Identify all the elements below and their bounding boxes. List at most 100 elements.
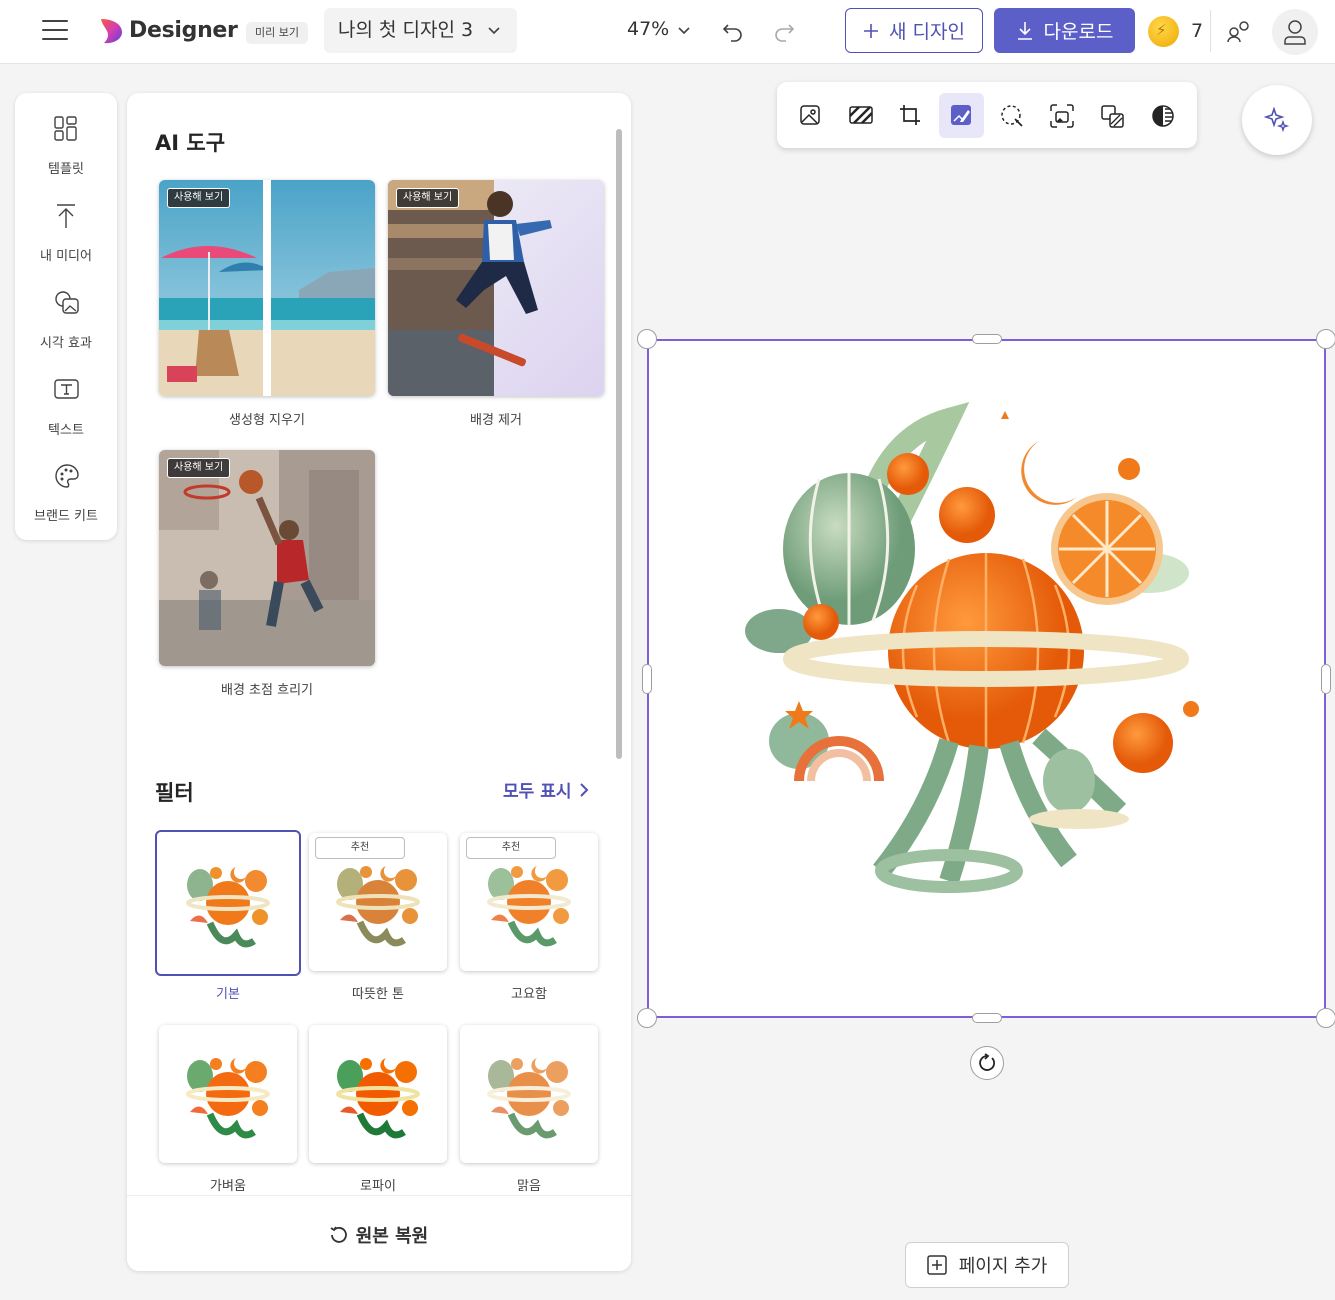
panel-scrollbar[interactable] — [616, 129, 622, 759]
profile-avatar[interactable] — [1272, 9, 1318, 55]
frame-tool-button[interactable] — [1039, 93, 1084, 138]
resize-handle-left[interactable] — [642, 664, 652, 694]
ai-tools-heading: AI 도구 — [155, 131, 226, 155]
crop-tool-button[interactable] — [888, 93, 933, 138]
upload-icon — [57, 204, 75, 228]
resize-handle-top[interactable] — [972, 334, 1002, 344]
filter-label: 가벼움 — [210, 1179, 246, 1194]
document-name: 나의 첫 디자인 3 — [338, 19, 474, 41]
recommended-badge: 추천 — [315, 837, 405, 859]
filter-lofi[interactable] — [309, 1025, 447, 1163]
resize-handle-bottom[interactable] — [972, 1013, 1002, 1023]
rail-item-templates[interactable]: 템플릿 — [15, 116, 117, 196]
rail-item-text[interactable]: 텍스트 — [15, 377, 117, 457]
credits-counter[interactable]: 7 — [1148, 14, 1203, 48]
add-page-label: 페이지 추가 — [958, 1256, 1048, 1277]
adjust-icon — [1152, 105, 1174, 127]
menu-icon[interactable] — [42, 20, 68, 42]
resize-handle-top-right[interactable] — [1316, 329, 1335, 349]
restore-label: 원본 복원 — [355, 1226, 429, 1247]
filter-light[interactable] — [159, 1025, 297, 1163]
filter-preview-lofi — [336, 1058, 420, 1139]
download-icon — [1017, 21, 1032, 40]
zoom-chevron-icon[interactable] — [677, 24, 691, 38]
filter-preview-basic — [186, 867, 270, 948]
filter-label: 로파이 — [360, 1179, 396, 1194]
try-it-badge: 사용해 보기 — [396, 188, 460, 208]
top-bar: Designer 미리 보기 나의 첫 디자인 3 47% 새 디자인 다운로드… — [0, 0, 1335, 64]
preview-badge: 미리 보기 — [246, 22, 308, 44]
boost-coin-icon — [1148, 15, 1179, 47]
select-icon — [1001, 105, 1023, 127]
adjust-tool-button[interactable] — [1140, 93, 1185, 138]
beach-thumbnail — [159, 180, 375, 396]
tool-card-remove-background[interactable]: 사용해 보기 — [388, 180, 604, 396]
zoom-level[interactable]: 47% — [627, 18, 669, 40]
rail-label: 시각 효과 — [40, 336, 92, 351]
rail-label: 브랜드 키트 — [34, 509, 98, 524]
left-rail: 템플릿 내 미디어 시각 효과 텍스트 브랜드 키트 — [15, 93, 117, 540]
select-tool-button[interactable] — [989, 93, 1034, 138]
filter-clear[interactable] — [460, 1025, 598, 1163]
share-icon[interactable] — [1226, 18, 1252, 44]
new-design-button[interactable]: 새 디자인 — [845, 8, 983, 53]
chevron-right-icon — [580, 782, 589, 797]
tool-card-generative-erase[interactable]: 사용해 보기 — [159, 180, 375, 396]
resize-handle-top-left[interactable] — [637, 329, 657, 349]
resize-handle-bottom-left[interactable] — [637, 1008, 657, 1028]
undo-icon[interactable] — [720, 18, 746, 44]
visuals-icon — [55, 291, 79, 314]
filter-preview-warm — [336, 866, 420, 947]
show-all-link[interactable]: 모두 표시 — [503, 777, 589, 802]
download-button[interactable]: 다운로드 — [994, 8, 1135, 53]
person-icon — [1284, 20, 1306, 45]
panel-footer: 원본 복원 — [127, 1195, 631, 1271]
filter-preview-light — [186, 1058, 270, 1139]
frame-icon — [1050, 104, 1074, 128]
add-page-icon — [926, 1255, 947, 1275]
tools-panel: AI 도구 사용해 보기 생성형 지우기 사용해 보기 배경 제거 사용해 보기… — [127, 93, 631, 1271]
edit-image-tool-button[interactable] — [939, 93, 984, 138]
toolbar-divider — [1210, 10, 1211, 52]
rail-label: 템플릿 — [48, 162, 84, 177]
restore-original-button[interactable]: 원본 복원 — [127, 1222, 631, 1248]
tool-label: 배경 제거 — [470, 413, 522, 428]
text-icon — [54, 379, 79, 399]
tool-card-blur-background[interactable]: 사용해 보기 — [159, 450, 375, 666]
palette-icon — [55, 464, 79, 488]
layers-tool-button[interactable] — [1089, 93, 1134, 138]
resize-handle-right[interactable] — [1321, 664, 1331, 694]
brand-name: Designer — [129, 18, 238, 43]
designer-logo-icon — [101, 19, 122, 44]
filter-warm[interactable]: 추천 — [309, 833, 447, 971]
resize-handle-bottom-right[interactable] — [1316, 1008, 1335, 1028]
document-name-dropdown[interactable]: 나의 첫 디자인 3 — [324, 8, 517, 53]
show-all-label: 모두 표시 — [503, 782, 572, 802]
background-tool-button[interactable] — [838, 93, 883, 138]
redo-icon[interactable] — [771, 18, 797, 44]
rotate-handle[interactable] — [970, 1046, 1004, 1080]
try-it-badge: 사용해 보기 — [167, 458, 231, 478]
image-edit-toolbar — [777, 82, 1197, 148]
rail-item-visuals[interactable]: 시각 효과 — [15, 290, 117, 370]
new-design-label: 새 디자인 — [889, 21, 965, 43]
filter-basic[interactable] — [155, 830, 301, 976]
filters-heading: 필터 — [155, 781, 194, 805]
design-canvas[interactable] — [647, 339, 1326, 1018]
designer-ai-button[interactable] — [1242, 85, 1312, 155]
filter-calm[interactable]: 추천 — [460, 833, 598, 971]
rail-item-my-media[interactable]: 내 미디어 — [15, 203, 117, 283]
image-icon — [800, 105, 820, 125]
rail-label: 내 미디어 — [40, 249, 92, 264]
credits-count: 7 — [1191, 20, 1204, 42]
rail-item-brand-kit[interactable]: 브랜드 키트 — [15, 463, 117, 543]
rotate-icon — [979, 1053, 995, 1071]
tool-label: 배경 초점 흐리기 — [221, 683, 313, 698]
filter-preview-calm — [487, 866, 571, 947]
filter-label: 고요함 — [511, 987, 547, 1002]
planet-fruit-artwork[interactable] — [649, 341, 1324, 1016]
crop-icon — [900, 105, 920, 125]
image-tool-button[interactable] — [788, 93, 833, 138]
add-page-button[interactable]: 페이지 추가 — [905, 1242, 1069, 1288]
chevron-down-icon — [488, 27, 500, 35]
